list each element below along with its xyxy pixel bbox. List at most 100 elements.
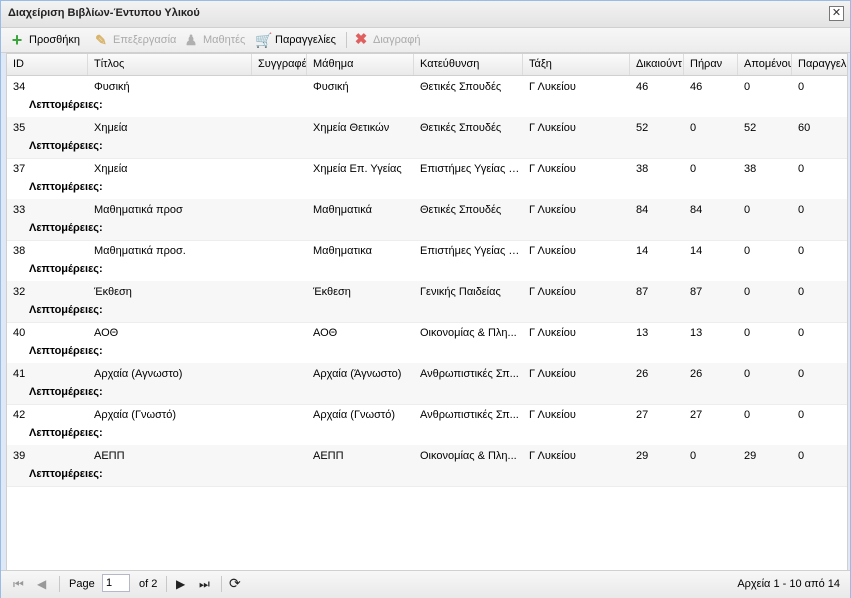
cell-direction: Οικονομίας & Πλη... xyxy=(420,450,517,462)
cell-direction: Ανθρωπιστικές Σπ... xyxy=(420,409,519,421)
cell-remaining: 0 xyxy=(744,286,751,298)
table-row[interactable]: 41 Αρχαία (Αγνωστο) Αρχαία (Άγνωστο) Ανθρωπ… xyxy=(7,363,847,405)
column-header-subject[interactable]: Μάθημα xyxy=(307,54,414,75)
cell-remaining: 0 xyxy=(744,409,751,421)
cell-direction: Γενικής Παιδείας xyxy=(420,286,501,298)
cell-subject: ΑΕΠΠ xyxy=(313,450,344,462)
cell-id: 33 xyxy=(13,204,26,216)
cell-id: 42 xyxy=(13,409,26,421)
table-row[interactable]: 34 Φυσική Φυσική Θετικές Σπουδές Γ Λυκείου 46… xyxy=(7,76,847,118)
cell-direction: Θετικές Σπουδές xyxy=(420,122,502,134)
cell-ordered: 0 xyxy=(798,286,805,298)
cell-took: 0 xyxy=(690,450,697,462)
delete-button[interactable]: ✖ Διαγραφή xyxy=(353,31,421,49)
table-row[interactable]: 38 Μαθηματικά προσ. Μαθηματικα Επιστήμες Υγ… xyxy=(7,240,847,282)
cell-took: 84 xyxy=(690,204,703,216)
students-button-label: Μαθητές xyxy=(203,34,246,46)
refresh-icon[interactable]: ⟳ xyxy=(229,575,241,592)
cell-entitled: 84 xyxy=(636,204,649,216)
row-details-label: Λεπτομέρειες: xyxy=(29,345,103,357)
cell-direction: Επιστήμες Υγείας κ... xyxy=(420,245,523,257)
cell-title: Μαθηματικά προσ. xyxy=(94,245,186,257)
delete-x-icon: ✖ xyxy=(354,31,368,48)
cell-title: Αρχαία (Αγνωστο) xyxy=(94,368,183,380)
window-titlebar: Διαχείριση Βιβλίων-Έντυπου Υλικού ✕ xyxy=(1,1,850,28)
cell-took: 46 xyxy=(690,81,703,93)
cell-ordered: 0 xyxy=(798,204,805,216)
toolbar: + Προσθήκη ✎ Επεξεργασία ♟ Μαθητές 🛒 Παρ… xyxy=(1,28,850,53)
cell-entitled: 27 xyxy=(636,409,649,421)
cell-remaining: 0 xyxy=(744,245,751,257)
delete-button-label: Διαγραφή xyxy=(373,34,421,46)
cell-remaining: 0 xyxy=(744,204,751,216)
cell-grade: Γ Λυκείου xyxy=(529,122,576,134)
row-details-label: Λεπτομέρειες: xyxy=(29,386,103,398)
first-page-icon[interactable]: ⏮ xyxy=(13,577,24,592)
cell-grade: Γ Λυκείου xyxy=(529,368,576,380)
next-page-icon[interactable]: ▶ xyxy=(176,577,185,591)
table-row[interactable]: 35 Χημεία Χημεία Θετικών Θετικές Σπουδές Γ Λ… xyxy=(7,117,847,159)
cell-title: Μαθηματικά προσ xyxy=(94,204,183,216)
cell-subject: Μαθηματικά xyxy=(313,204,372,216)
cell-subject: Χημεία Θετικών xyxy=(313,122,390,134)
row-details-label: Λεπτομέρειες: xyxy=(29,263,103,275)
last-page-icon[interactable]: ⏭ xyxy=(199,577,210,592)
close-button[interactable]: ✕ xyxy=(829,6,844,21)
cell-id: 38 xyxy=(13,245,26,257)
paging-status: Αρχεία 1 - 10 από 14 xyxy=(737,578,840,590)
cell-ordered: 60 xyxy=(798,122,811,134)
column-header-remaining[interactable]: Απομένου xyxy=(738,54,792,75)
table-row[interactable]: 42 Αρχαία (Γνωστό) Αρχαία (Γνωστό) Ανθρωπισ… xyxy=(7,404,847,446)
cell-entitled: 26 xyxy=(636,368,649,380)
add-button[interactable]: + Προσθήκη xyxy=(9,31,80,49)
page-number-input[interactable] xyxy=(102,574,130,592)
cell-subject: Μαθηματικα xyxy=(313,245,372,257)
cell-id: 37 xyxy=(13,163,26,175)
cell-title: Φυσική xyxy=(94,81,130,93)
books-grid: ID Τίτλος Συγγραφέας Μάθημα Κατεύθυνση Τ… xyxy=(6,53,848,571)
row-details-label: Λεπτομέρειες: xyxy=(29,99,103,111)
column-header-author[interactable]: Συγγραφέας xyxy=(252,54,307,75)
user-icon: ♟ xyxy=(184,32,198,48)
cell-entitled: 14 xyxy=(636,245,649,257)
table-row[interactable]: 40 ΑΟΘ ΑΟΘ Οικονομίας & Πλη... Γ Λυκείου 13 13… xyxy=(7,322,847,364)
cell-direction: Ανθρωπιστικές Σπ... xyxy=(420,368,519,380)
row-details-label: Λεπτομέρειες: xyxy=(29,427,103,439)
orders-button[interactable]: 🛒 Παραγγελίες xyxy=(255,31,336,49)
cell-entitled: 52 xyxy=(636,122,649,134)
cell-took: 0 xyxy=(690,163,697,175)
pager-separator xyxy=(59,576,60,592)
cell-direction: Θετικές Σπουδές xyxy=(420,204,502,216)
cell-title: ΑΟΘ xyxy=(94,327,119,339)
table-row[interactable]: 39 ΑΕΠΠ ΑΕΠΠ Οικονομίας & Πλη... Γ Λυκείου 29… xyxy=(7,445,847,487)
pager-separator xyxy=(221,576,222,592)
table-row[interactable]: 32 Έκθεση Έκθεση Γενικής Παιδείας Γ Λυκείου 8… xyxy=(7,281,847,323)
edit-button[interactable]: ✎ Επεξεργασία xyxy=(93,31,176,49)
books-window: Διαχείριση Βιβλίων-Έντυπου Υλικού ✕ + Πρ… xyxy=(0,0,851,598)
column-header-ordered[interactable]: Παραγγελί xyxy=(792,54,847,75)
prev-page-icon[interactable]: ◀ xyxy=(37,577,46,591)
column-header-grade[interactable]: Τάξη xyxy=(523,54,630,75)
cell-subject: Χημεία Επ. Υγείας xyxy=(313,163,402,175)
students-button[interactable]: ♟ Μαθητές xyxy=(183,31,246,49)
cell-grade: Γ Λυκείου xyxy=(529,81,576,93)
add-button-label: Προσθήκη xyxy=(29,34,80,46)
toolbar-separator xyxy=(346,32,347,48)
column-header-took[interactable]: Πήραν xyxy=(684,54,738,75)
table-row[interactable]: 33 Μαθηματικά προσ Μαθηματικά Θετικές Σπουδ… xyxy=(7,199,847,241)
column-header-direction[interactable]: Κατεύθυνση xyxy=(414,54,523,75)
orders-button-label: Παραγγελίες xyxy=(275,34,336,46)
cell-remaining: 0 xyxy=(744,327,751,339)
paging-toolbar: ⏮ ◀ Page of 2 ▶ ⏭ ⟳ Αρχεία 1 - 10 από 14 xyxy=(1,570,850,598)
cell-ordered: 0 xyxy=(798,245,805,257)
column-header-id[interactable]: ID xyxy=(7,54,88,75)
cell-remaining: 38 xyxy=(744,163,757,175)
cell-remaining: 0 xyxy=(744,81,751,93)
column-header-entitled[interactable]: Δικαιούντ xyxy=(630,54,684,75)
cell-remaining: 52 xyxy=(744,122,757,134)
column-header-title[interactable]: Τίτλος xyxy=(88,54,252,75)
cell-entitled: 13 xyxy=(636,327,649,339)
cell-title: Αρχαία (Γνωστό) xyxy=(94,409,177,421)
pager-separator xyxy=(166,576,167,592)
table-row[interactable]: 37 Χημεία Χημεία Επ. Υγείας Επιστήμες Υγεία… xyxy=(7,158,847,200)
